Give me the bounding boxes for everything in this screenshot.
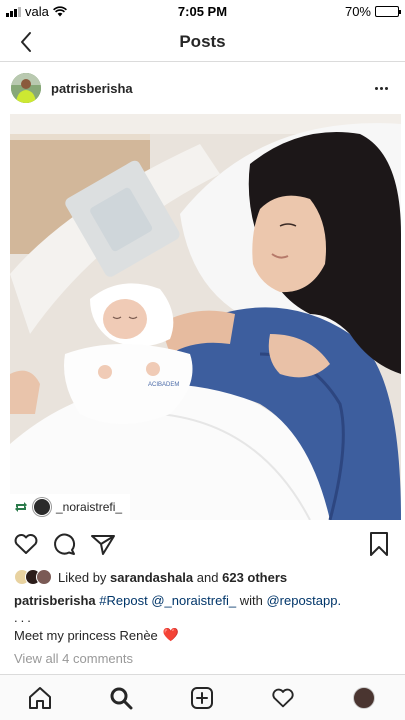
caption-period: . <box>337 593 342 608</box>
comment-button[interactable] <box>50 530 78 558</box>
caption-mention[interactable]: @_noraistrefi_ <box>151 593 236 608</box>
heart-emoji: ❤️ <box>162 627 179 642</box>
battery-icon <box>375 6 401 17</box>
liked-by-user[interactable]: sarandashala <box>110 570 193 585</box>
status-right: 70% <box>344 4 401 19</box>
liked-by-text: Liked by sarandashala and 623 others <box>58 570 287 585</box>
photo-image: ACIBADEM <box>10 114 401 520</box>
caption-text: Meet my princess Renèe <box>14 627 158 643</box>
repost-avatar <box>33 498 51 516</box>
status-bar: vala 7:05 PM 70% <box>0 0 405 22</box>
save-button[interactable] <box>365 530 393 558</box>
liked-by-connector: and <box>196 569 219 585</box>
post-photo[interactable]: ACIBADEM _noraistrefi_ <box>10 114 401 520</box>
avatar-image <box>11 73 41 103</box>
tab-profile[interactable] <box>350 684 378 712</box>
caption-mention[interactable]: @repostapp <box>266 593 337 608</box>
likes-row: Liked by sarandashala and 623 others <box>14 566 287 588</box>
caption-dots: ... <box>14 610 34 625</box>
heart-icon <box>14 533 38 554</box>
more-horizontal-icon <box>374 86 388 90</box>
post-header: patrisberisha <box>0 70 405 110</box>
nav-bar: Posts <box>0 22 405 62</box>
home-icon <box>29 687 51 709</box>
tab-activity[interactable] <box>269 684 297 712</box>
liked-by-others[interactable]: 623 others <box>222 570 287 585</box>
bookmark-icon <box>370 532 388 556</box>
battery-percent: 70% <box>344 4 371 19</box>
repost-username: _noraistrefi_ <box>56 500 123 514</box>
view-comments-link[interactable]: View all 4 comments <box>14 651 133 666</box>
send-icon <box>91 535 115 555</box>
plus-square-icon <box>191 687 213 709</box>
search-icon <box>110 687 133 710</box>
caption-username[interactable]: patrisberisha <box>14 593 96 608</box>
user-avatar[interactable] <box>11 73 41 103</box>
comment-icon <box>54 533 75 555</box>
share-button[interactable] <box>89 530 117 558</box>
like-button[interactable] <box>12 530 40 558</box>
onesie-print: ACIBADEM <box>148 382 179 388</box>
tab-bar <box>0 674 405 720</box>
liker-avatars[interactable] <box>14 569 52 585</box>
more-options-button[interactable] <box>369 78 393 98</box>
post-actions <box>0 528 405 560</box>
caption-hashtag[interactable]: #Repost <box>99 593 147 608</box>
profile-avatar <box>353 687 375 709</box>
post-caption: patrisberisha #Repost @_noraistrefi_ wit… <box>14 592 394 610</box>
tab-search[interactable] <box>107 684 135 712</box>
caption-with: with <box>239 593 263 608</box>
liked-by-prefix: Liked by <box>58 569 107 585</box>
tab-new-post[interactable] <box>188 684 216 712</box>
heart-icon <box>272 688 294 708</box>
caption-line-2: Meet my princess Renèe ❤️ <box>14 627 179 643</box>
page-title: Posts <box>179 32 226 51</box>
tab-home[interactable] <box>26 684 54 712</box>
post-username[interactable]: patrisberisha <box>51 81 133 96</box>
repost-icon <box>15 502 27 512</box>
liker-avatar <box>36 569 52 585</box>
repost-tag[interactable]: _noraistrefi_ <box>10 494 131 520</box>
